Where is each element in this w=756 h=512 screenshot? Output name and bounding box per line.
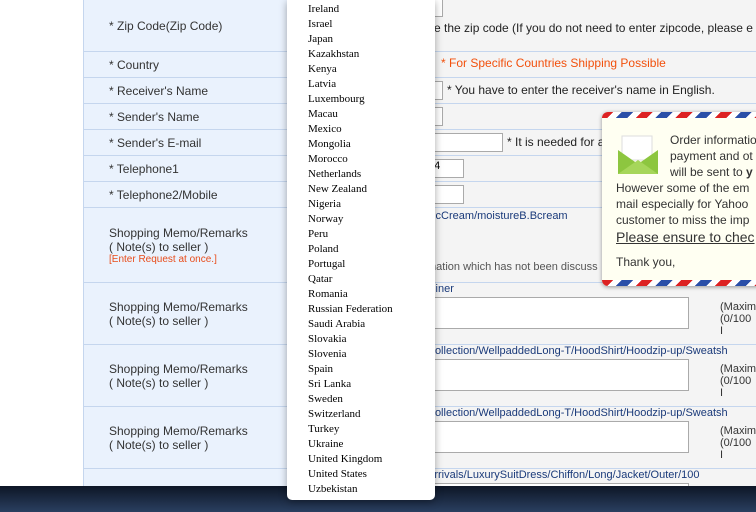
country-option[interactable]: Qatar [287, 272, 435, 287]
email-input[interactable] [427, 133, 503, 152]
receiver-note: * You have to enter the receiver's name … [447, 83, 715, 97]
memo-sub: ( Note(s) to seller ) [109, 437, 209, 452]
char-count: (0/100 I [720, 313, 752, 337]
email-notice-popup: Order informatio payment and ot will be se… [602, 112, 756, 286]
max-note: (Maxim (0/100 I [720, 425, 756, 461]
tel1-label: * Telephone1 [83, 156, 287, 181]
country-option[interactable]: Morocco [287, 152, 435, 167]
zip-note: ve the zip code (If you do not need to e… [428, 21, 753, 35]
country-option[interactable]: Russian Federation [287, 302, 435, 317]
country-option[interactable]: Macau [287, 107, 435, 122]
max-note: (Maxim (0/100 I [720, 363, 756, 399]
country-option[interactable]: Poland [287, 242, 435, 257]
country-option[interactable]: Slovakia [287, 332, 435, 347]
country-option[interactable]: Sweden [287, 392, 435, 407]
popup-bold-text: y [746, 165, 753, 179]
memo-label: Shopping Memo/Remarks( Note(s) to seller… [83, 283, 287, 344]
country-option[interactable]: Uzbekistan [287, 482, 435, 497]
tel2-label: * Telephone2/Mobile [83, 182, 287, 207]
country-option[interactable]: New Zealand [287, 182, 435, 197]
product-name: Arrivals/LuxurySuitDress/Chiffon/Long/Ja… [427, 469, 700, 481]
country-option[interactable]: Ukraine [287, 437, 435, 452]
memo-warning: mation which has not been discuss [427, 261, 598, 273]
receiver-label: * Receiver's Name [83, 78, 287, 103]
country-option[interactable]: Kazakhstan [287, 47, 435, 62]
country-option[interactable]: United States [287, 467, 435, 482]
popup-thanks: Thank you, [616, 255, 676, 269]
country-option[interactable]: Peru [287, 227, 435, 242]
country-option[interactable]: Romania [287, 287, 435, 302]
max-label: (Maxim [720, 425, 756, 437]
popup-text: mail especially for Yahoo [616, 197, 749, 211]
country-option[interactable]: Portugal [287, 257, 435, 272]
memo-title: Shopping Memo/Remarks [109, 225, 248, 240]
country-label: * Country [83, 52, 287, 77]
country-option[interactable]: Latvia [287, 77, 435, 92]
envelope-icon [618, 135, 658, 174]
memo-label: Shopping Memo/Remarks( Note(s) to seller… [83, 345, 287, 406]
popup-text: Order informatio [670, 133, 756, 147]
sender-label: * Sender's Name [83, 104, 287, 129]
country-option[interactable]: Ireland [287, 2, 435, 17]
country-option[interactable]: Netherlands [287, 167, 435, 182]
max-label: (Maxim [720, 301, 756, 313]
country-option[interactable]: Luxembourg [287, 92, 435, 107]
product-name: Collection/WellpaddedLong-T/HoodShirt/Ho… [427, 345, 728, 357]
airmail-stripe [602, 280, 756, 286]
popup-emphasis: Please ensure to chec [616, 229, 755, 245]
memo-sub: ( Note(s) to seller ) [109, 239, 209, 254]
country-dropdown-list[interactable]: Ireland Israel Japan Kazakhstan Kenya Latvia L… [287, 0, 435, 500]
memo-label: Shopping Memo/Remarks( Note(s) to seller… [83, 407, 287, 468]
memo-label [83, 469, 287, 486]
email-label: * Sender's E-mail [83, 130, 287, 155]
country-option[interactable]: Japan [287, 32, 435, 47]
memo-title: Shopping Memo/Remarks [109, 361, 248, 376]
memo-sub: ( Note(s) to seller ) [109, 313, 209, 328]
country-option[interactable]: Turkey [287, 422, 435, 437]
popup-text: payment and ot [670, 149, 753, 163]
country-option[interactable]: Kenya [287, 62, 435, 77]
country-option[interactable]: Spain [287, 362, 435, 377]
product-name: Collection/WellpaddedLong-T/HoodShirt/Ho… [427, 407, 728, 419]
max-note: (Maxim (0/100 I [720, 301, 756, 337]
memo-textarea[interactable] [427, 359, 689, 391]
country-option[interactable]: Slovenia [287, 347, 435, 362]
memo-label: Shopping Memo/Remarks( Note(s) to seller… [83, 208, 287, 282]
country-option[interactable]: United Kingdom [287, 452, 435, 467]
country-option[interactable]: Israel [287, 17, 435, 32]
char-count: (0/100 I [720, 437, 752, 461]
product-name: gicCream/moistureB.Bcream [427, 210, 568, 222]
airmail-stripe [602, 112, 756, 118]
memo-textarea[interactable] [427, 297, 689, 329]
country-note: * For Specific Countries Shipping Possib… [441, 56, 666, 70]
country-option[interactable]: Nigeria [287, 197, 435, 212]
char-count: (0/100 I [720, 375, 752, 399]
country-option[interactable]: Mexico [287, 122, 435, 137]
memo-sub: ( Note(s) to seller ) [109, 375, 209, 390]
country-option[interactable]: Switzerland [287, 407, 435, 422]
country-option[interactable]: Saudi Arabia [287, 317, 435, 332]
memo-textarea[interactable] [427, 421, 689, 453]
popup-text: customer to miss the imp [616, 213, 750, 227]
email-note: * It is needed for a [507, 135, 605, 149]
memo-request-note: [Enter Request at once.] [109, 253, 217, 265]
country-option[interactable]: Mongolia [287, 137, 435, 152]
memo-title: Shopping Memo/Remarks [109, 423, 248, 438]
popup-text: will be sent to [670, 165, 747, 179]
country-option[interactable]: Sri Lanka [287, 377, 435, 392]
country-option[interactable]: Norway [287, 212, 435, 227]
popup-text: However some of the em [616, 181, 750, 195]
zip-label: * Zip Code(Zip Code) [83, 0, 287, 51]
memo-title: Shopping Memo/Remarks [109, 299, 248, 314]
max-label: (Maxim [720, 363, 756, 375]
